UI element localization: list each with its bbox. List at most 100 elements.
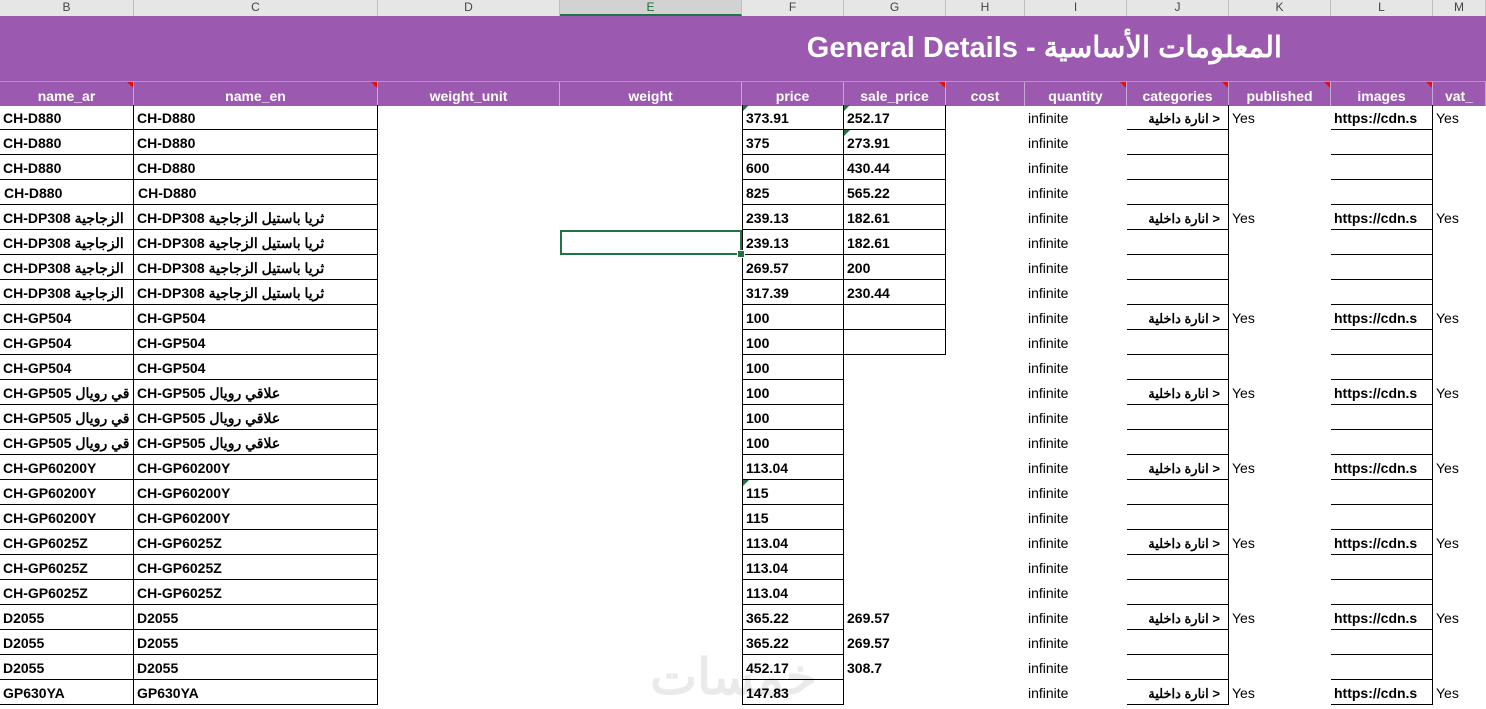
comment-indicator-icon[interactable] (1324, 82, 1330, 88)
cell-cost[interactable] (946, 180, 1025, 205)
cell-cost[interactable] (946, 305, 1025, 330)
cell-published[interactable]: Yes (1229, 455, 1331, 480)
cell-name-en[interactable]: CH-D880 (134, 180, 378, 205)
cell-vat[interactable] (1433, 430, 1486, 455)
cell-published[interactable]: Yes (1229, 680, 1331, 705)
cell-vat[interactable] (1433, 630, 1486, 655)
cell-name-ar[interactable]: D2055 (0, 605, 134, 630)
cell-sale-price[interactable] (844, 505, 946, 530)
cell-name-ar[interactable]: GP630YA (0, 680, 134, 705)
cell-name-en[interactable]: CH-D880 (134, 155, 378, 180)
cell-vat[interactable] (1433, 280, 1486, 305)
cell-published[interactable] (1229, 355, 1331, 380)
comment-indicator-icon[interactable] (1120, 82, 1126, 88)
cell-name-en[interactable]: CH-D880 (134, 130, 378, 155)
cell-categories[interactable]: انارة داخلية > (1127, 380, 1229, 405)
column-letter-b[interactable]: B (0, 0, 134, 16)
cell-images[interactable]: https://cdn.s (1331, 380, 1433, 405)
cell-weight-unit[interactable] (378, 480, 560, 505)
cell-weight-unit[interactable] (378, 305, 560, 330)
cell-weight[interactable] (560, 380, 742, 405)
cell-weight[interactable] (560, 205, 742, 230)
cell-price[interactable]: 100 (742, 380, 844, 405)
cell-published[interactable] (1229, 130, 1331, 155)
cell-categories[interactable] (1127, 355, 1229, 380)
cell-sale-price[interactable] (844, 555, 946, 580)
cell-name-ar[interactable]: CH-GP60200Y (0, 480, 134, 505)
cell-sale-price[interactable]: 269.57 (844, 630, 946, 655)
cell-published[interactable]: Yes (1229, 205, 1331, 230)
cell-name-ar[interactable]: CH-GP60200Y (0, 505, 134, 530)
cell-weight[interactable] (560, 130, 742, 155)
cell-sale-price[interactable]: 269.57 (844, 605, 946, 630)
cell-weight-unit[interactable] (378, 355, 560, 380)
cell-quantity[interactable]: infinite (1025, 305, 1127, 330)
cell-name-ar[interactable]: CH-DP308 الزجاجية (0, 205, 134, 230)
cell-quantity[interactable]: infinite (1025, 605, 1127, 630)
cell-sale-price[interactable] (844, 455, 946, 480)
cell-price[interactable]: 239.13 (742, 230, 844, 255)
cell-quantity[interactable]: infinite (1025, 530, 1127, 555)
cell-published[interactable] (1229, 330, 1331, 355)
cell-name-en[interactable]: CH-GP505 علاقي رويال (134, 405, 378, 430)
error-indicator-icon[interactable] (844, 130, 850, 136)
cell-price[interactable]: 113.04 (742, 580, 844, 605)
cell-price[interactable]: 269.57 (742, 255, 844, 280)
cell-name-en[interactable]: CH-DP308 ثريا باستيل الزجاجية (134, 205, 378, 230)
header-categories[interactable]: categories (1127, 82, 1229, 106)
cell-price[interactable]: 100 (742, 355, 844, 380)
cell-quantity[interactable]: infinite (1025, 205, 1127, 230)
cell-vat[interactable]: Yes (1433, 605, 1486, 630)
header-name-ar[interactable]: name_ar (0, 82, 134, 106)
cell-price[interactable]: 113.04 (742, 555, 844, 580)
cell-cost[interactable] (946, 205, 1025, 230)
comment-indicator-icon[interactable] (1222, 82, 1228, 88)
cell-price[interactable]: 100 (742, 430, 844, 455)
cell-name-ar[interactable]: CH-D880 (0, 130, 134, 155)
cell-categories[interactable] (1127, 180, 1229, 205)
cell-price[interactable]: 100 (742, 405, 844, 430)
cell-categories[interactable] (1127, 280, 1229, 305)
cell-vat[interactable] (1433, 355, 1486, 380)
cell-categories[interactable] (1127, 655, 1229, 680)
cell-vat[interactable] (1433, 155, 1486, 180)
cell-vat[interactable]: Yes (1433, 380, 1486, 405)
comment-indicator-icon[interactable] (1426, 82, 1432, 88)
cell-price[interactable]: 600 (742, 155, 844, 180)
cell-categories[interactable]: انارة داخلية > (1127, 605, 1229, 630)
cell-categories[interactable] (1127, 330, 1229, 355)
cell-published[interactable] (1229, 505, 1331, 530)
cell-images[interactable] (1331, 330, 1433, 355)
cell-published[interactable] (1229, 655, 1331, 680)
cell-weight[interactable] (560, 355, 742, 380)
comment-indicator-icon[interactable] (939, 82, 945, 88)
cell-vat[interactable] (1433, 555, 1486, 580)
cell-vat[interactable] (1433, 505, 1486, 530)
cell-quantity[interactable]: infinite (1025, 430, 1127, 455)
cell-categories[interactable] (1127, 130, 1229, 155)
cell-name-en[interactable]: CH-GP6025Z (134, 555, 378, 580)
cell-images[interactable]: https://cdn.s (1331, 680, 1433, 705)
cell-weight-unit[interactable] (378, 630, 560, 655)
cell-vat[interactable] (1433, 330, 1486, 355)
column-letter-m[interactable]: M (1433, 0, 1486, 16)
cell-name-ar[interactable]: CH-GP504 (0, 355, 134, 380)
cell-weight-unit[interactable] (378, 655, 560, 680)
error-indicator-icon[interactable] (743, 105, 749, 111)
cell-quantity[interactable]: infinite (1025, 555, 1127, 580)
cell-images[interactable] (1331, 255, 1433, 280)
cell-weight[interactable] (560, 180, 742, 205)
cell-categories[interactable] (1127, 505, 1229, 530)
cell-name-ar[interactable]: CH-DP308 الزجاجية (0, 230, 134, 255)
cell-quantity[interactable]: infinite (1025, 580, 1127, 605)
column-letter-j[interactable]: J (1127, 0, 1229, 16)
cell-images[interactable]: https://cdn.s (1331, 105, 1433, 130)
cell-name-ar[interactable]: CH-GP6025Z (0, 580, 134, 605)
cell-vat[interactable]: Yes (1433, 105, 1486, 130)
header-published[interactable]: published (1229, 82, 1331, 106)
cell-quantity[interactable]: infinite (1025, 630, 1127, 655)
cell-images[interactable] (1331, 280, 1433, 305)
cell-weight-unit[interactable] (378, 330, 560, 355)
cell-weight[interactable] (560, 505, 742, 530)
cell-images[interactable] (1331, 555, 1433, 580)
